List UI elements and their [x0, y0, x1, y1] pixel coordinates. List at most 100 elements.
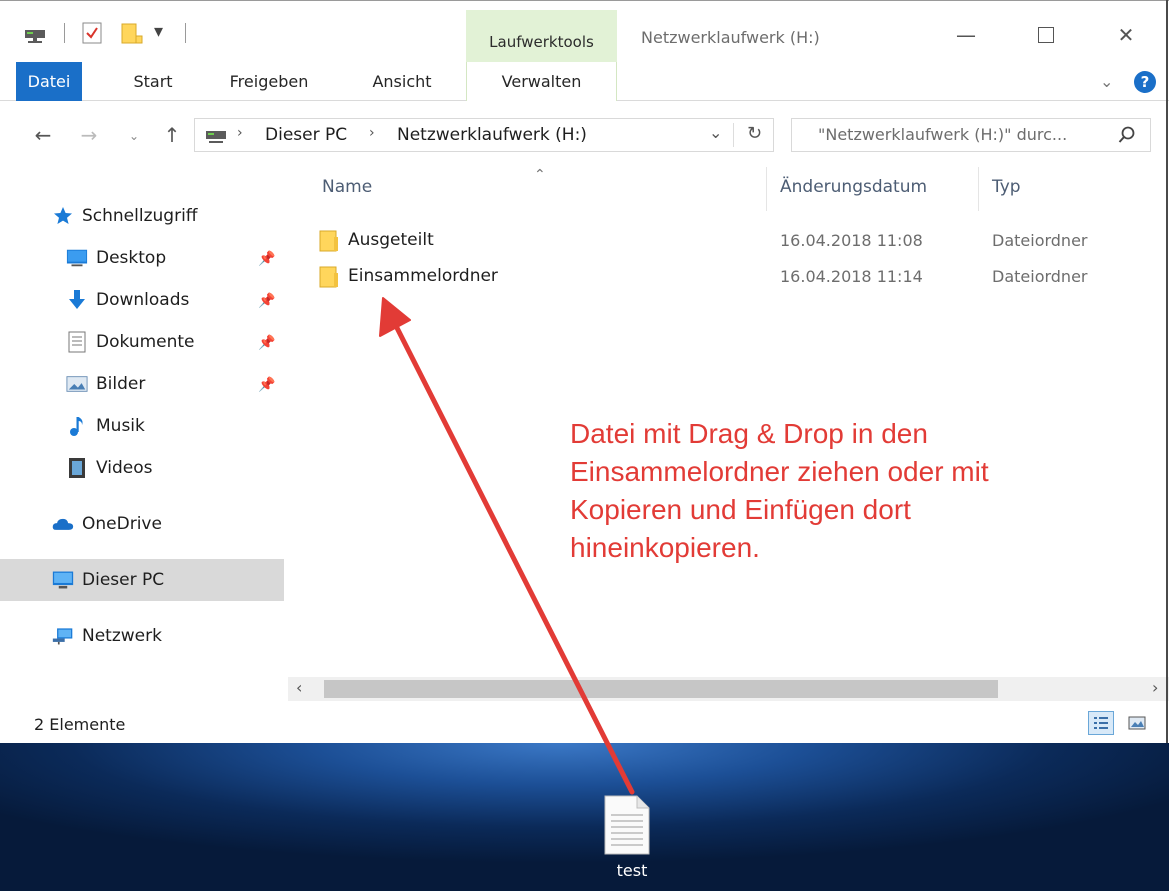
column-divider[interactable]	[766, 167, 767, 211]
search-input[interactable]: "Netzwerklaufwerk (H:)" durc...	[791, 118, 1151, 152]
drive-icon[interactable]	[24, 23, 46, 43]
customize-toolbar-icon[interactable]: ▾	[154, 21, 163, 42]
up-button[interactable]: ↑	[160, 123, 184, 147]
breadcrumb-this-pc[interactable]: Dieser PC	[265, 125, 347, 145]
desktop-icon	[66, 247, 88, 269]
nav-item-pictures[interactable]: Bilder	[0, 363, 288, 405]
drive-icon	[205, 126, 227, 144]
close-button[interactable]: ✕	[1104, 15, 1148, 55]
sort-arrow-icon: ⌃	[534, 167, 546, 183]
tab-freigeben[interactable]: Freigeben	[214, 62, 324, 101]
large-icons-view-icon[interactable]	[1124, 711, 1150, 735]
document-icon	[66, 331, 88, 353]
toolbar-separator	[64, 23, 65, 43]
folder-icon	[318, 229, 340, 252]
nav-item-downloads[interactable]: Downloads	[0, 279, 288, 321]
nav-item-documents[interactable]: Dokumente	[0, 321, 288, 363]
context-group-label: Laufwerktools	[489, 33, 594, 51]
file-name: Ausgeteilt	[348, 230, 434, 250]
breadcrumb-network-drive[interactable]: Netzwerklaufwerk (H:)	[397, 125, 587, 145]
text-file-icon[interactable]	[603, 795, 651, 855]
breadcrumb-separator-icon: ›	[369, 125, 375, 141]
address-history-icon[interactable]: ⌄	[709, 123, 722, 142]
toolbar-separator	[185, 23, 186, 43]
item-count: 2 Elemente	[34, 715, 126, 734]
desktop-background: test	[0, 743, 1169, 891]
nav-item-label: Desktop	[96, 248, 167, 268]
file-type: Dateiordner	[992, 266, 1088, 286]
table-row[interactable]: Einsammelordner 16.04.2018 11:14 Dateior…	[318, 257, 1148, 295]
tab-start[interactable]: Start	[116, 62, 190, 101]
minimize-button[interactable]: —	[944, 15, 988, 55]
column-header-type[interactable]: Typ	[992, 177, 1021, 197]
music-icon	[66, 415, 88, 437]
nav-item-videos[interactable]: Videos	[0, 447, 288, 489]
computer-icon	[52, 569, 74, 591]
search-icon[interactable]	[1118, 125, 1136, 145]
nav-onedrive-label: OneDrive	[82, 514, 162, 534]
folder-icon	[318, 265, 340, 288]
annotation-line: hineinkopieren.	[570, 532, 760, 563]
annotation-line: Einsammelordner ziehen oder mit	[570, 456, 989, 487]
pin-icon[interactable]: 📌	[258, 293, 275, 309]
ribbon-expand-icon[interactable]: ⌄	[1100, 72, 1113, 91]
file-name: Einsammelordner	[348, 266, 498, 286]
nav-this-pc[interactable]: Dieser PC	[0, 559, 284, 601]
navigation-pane: Schnellzugriff Desktop 📌 Downloads 📌 Dok…	[0, 167, 288, 707]
scrollbar-thumb[interactable]	[324, 680, 998, 698]
annotation-line: Kopieren und Einfügen dort	[570, 494, 911, 525]
new-folder-icon[interactable]	[120, 22, 144, 44]
status-bar: 2 Elemente	[0, 707, 1169, 743]
nav-item-label: Downloads	[96, 290, 190, 310]
nav-item-desktop[interactable]: Desktop	[0, 237, 288, 279]
maximize-button[interactable]	[1024, 15, 1068, 55]
network-icon	[52, 625, 74, 647]
breadcrumb-separator-icon: ›	[237, 125, 243, 141]
download-icon	[66, 289, 88, 311]
column-header-name[interactable]: Name	[322, 177, 372, 197]
title-bar: ▾ Laufwerktools Netzwerklaufwerk (H:) — …	[0, 0, 1169, 102]
nav-quick-access[interactable]: Schnellzugriff	[0, 195, 288, 237]
pin-icon[interactable]: 📌	[258, 335, 275, 351]
pin-icon[interactable]: 📌	[258, 377, 275, 393]
pin-icon[interactable]: 📌	[258, 251, 275, 267]
nav-network[interactable]: Netzwerk	[0, 615, 288, 657]
nav-quick-access-label: Schnellzugriff	[82, 206, 198, 226]
scroll-right-icon[interactable]: ›	[1152, 678, 1158, 697]
column-divider[interactable]	[978, 167, 979, 211]
nav-item-music[interactable]: Musik	[0, 405, 288, 447]
nav-network-label: Netzwerk	[82, 626, 162, 646]
address-bar[interactable]: › Dieser PC › Netzwerklaufwerk (H:) ⌄ ↻	[194, 118, 774, 152]
video-icon	[66, 457, 88, 479]
desktop-file-label[interactable]: test	[597, 861, 667, 880]
nav-item-label: Videos	[96, 458, 153, 478]
tab-datei[interactable]: Datei	[16, 62, 82, 101]
forward-button[interactable]: →	[76, 123, 102, 147]
cloud-icon	[52, 513, 74, 535]
refresh-icon[interactable]: ↻	[747, 123, 762, 144]
nav-item-label: Bilder	[96, 374, 146, 394]
help-icon[interactable]: ?	[1134, 71, 1156, 93]
details-view-icon[interactable]	[1088, 711, 1114, 735]
nav-onedrive[interactable]: OneDrive	[0, 503, 288, 545]
nav-this-pc-label: Dieser PC	[82, 570, 165, 590]
horizontal-scrollbar[interactable]: ‹ ›	[288, 677, 1169, 701]
tab-verwalten[interactable]: Verwalten	[466, 62, 617, 101]
annotation-line: Datei mit Drag & Drop in den	[570, 418, 928, 449]
window-border	[1166, 0, 1168, 743]
properties-icon[interactable]	[82, 22, 102, 44]
column-header-date[interactable]: Änderungsdatum	[780, 177, 927, 197]
tab-ansicht[interactable]: Ansicht	[352, 62, 452, 101]
back-button[interactable]: ←	[30, 123, 56, 147]
navigation-bar: ← → ⌄ ↑ › Dieser PC › Netzwerklaufwerk (…	[0, 101, 1169, 167]
scroll-left-icon[interactable]: ‹	[296, 678, 302, 697]
annotation-text: Datei mit Drag & Drop in den Einsammelor…	[570, 415, 1090, 567]
file-date: 16.04.2018 11:14	[780, 266, 923, 286]
ribbon-tabs: Datei Start Freigeben Ansicht Verwalten …	[0, 62, 1169, 101]
window-title: Netzwerklaufwerk (H:)	[641, 28, 820, 47]
table-row[interactable]: Ausgeteilt 16.04.2018 11:08 Dateiordner	[318, 221, 1148, 259]
star-icon	[52, 205, 74, 227]
nav-item-label: Musik	[96, 416, 145, 436]
recent-locations-icon[interactable]: ⌄	[126, 127, 142, 145]
address-divider	[733, 123, 734, 147]
